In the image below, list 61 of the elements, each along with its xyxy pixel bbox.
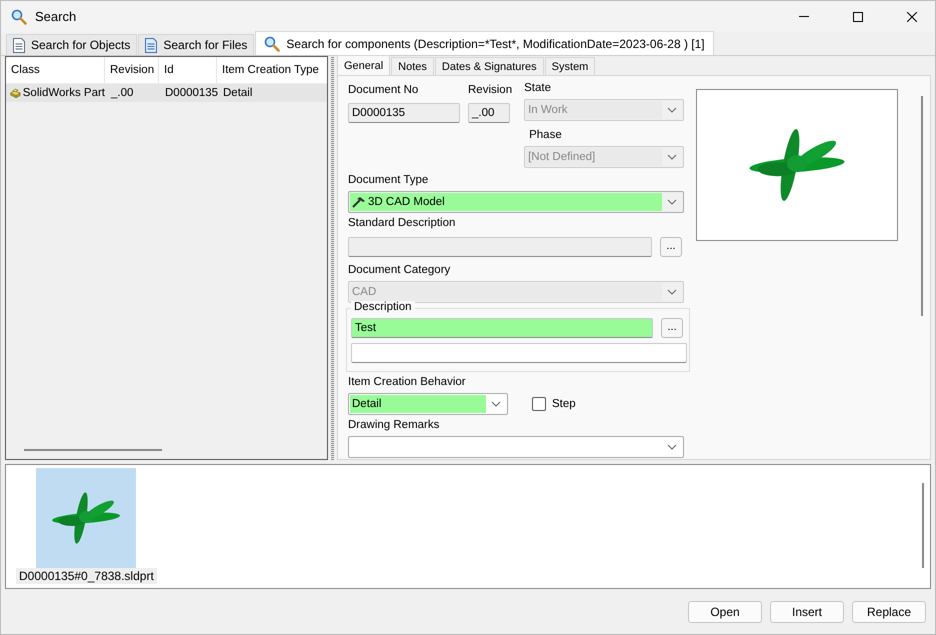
hammer-icon (352, 196, 366, 208)
column-header[interactable]: Revision (105, 57, 159, 83)
text-field[interactable]: _.00 (468, 103, 510, 123)
field-label: Revision (468, 84, 512, 98)
action-button[interactable]: Insert (770, 600, 844, 622)
checkbox-label: Step (552, 398, 576, 410)
column-header[interactable]: Id (159, 57, 217, 83)
chevron-down-icon (667, 107, 678, 113)
field-label: Phase (529, 129, 563, 143)
close-icon[interactable] (907, 12, 917, 22)
table-row[interactable]: SolidWorks Part _.00 D0000135 Detail (6, 84, 327, 102)
field-label: Standard Description (348, 217, 456, 231)
text-field[interactable] (351, 343, 687, 363)
tab[interactable]: Search for Files (138, 34, 254, 55)
tab[interactable]: Notes (391, 57, 434, 75)
chevron-down-icon (667, 199, 677, 205)
field-label: State (524, 82, 552, 96)
chevron-down-icon (667, 289, 677, 295)
chevron-down-icon (667, 154, 678, 160)
tab[interactable]: Search for components (Description=*Test*, ModificationDate=2023-06-28 ) [1] (255, 31, 714, 55)
dropdown[interactable]: 3D CAD Model (348, 191, 684, 213)
part-icon (10, 86, 21, 100)
document-icon (13, 38, 25, 52)
action-button[interactable]: Replace (852, 600, 926, 622)
dropdown[interactable] (348, 436, 684, 458)
column-header[interactable]: Class (6, 57, 105, 83)
field-label: Document Type (348, 174, 430, 188)
chevron-down-icon (491, 401, 501, 407)
field-label: Description (351, 301, 415, 313)
table-cell: SolidWorks Part (22, 87, 105, 99)
thumbnail[interactable]: D0000135#0_7838.sldprt (16, 468, 157, 588)
maximize-icon[interactable] (853, 12, 863, 22)
chevron-down-icon (667, 444, 677, 450)
field-label: Document No (348, 84, 420, 98)
field-label: Document Category (348, 264, 452, 278)
tab[interactable]: General (337, 55, 390, 75)
table-cell-text: _.00 (110, 86, 134, 101)
browse-button[interactable]: ... (661, 318, 683, 338)
text-field[interactable] (348, 237, 652, 257)
file-name: D0000135#0_7838.sldprt (16, 568, 157, 584)
search-icon (264, 36, 280, 52)
table-cell-text: Detail (222, 86, 254, 101)
tab[interactable]: System (544, 57, 596, 75)
dropdown[interactable]: Detail (348, 393, 508, 415)
search-icon (11, 8, 27, 24)
document-icon (145, 38, 158, 52)
field-label: Item Creation Behavior (348, 376, 467, 390)
text-field[interactable]: Test (351, 318, 654, 338)
action-button[interactable]: Open (688, 600, 762, 622)
tab[interactable]: Search for Objects (6, 34, 138, 55)
tab[interactable]: Dates & Signatures (434, 57, 544, 75)
scrollbar[interactable] (920, 96, 922, 316)
scrollbar[interactable] (24, 449, 162, 451)
checkbox[interactable] (532, 397, 546, 411)
window-title: Search (35, 9, 78, 24)
browse-button[interactable]: ... (660, 237, 682, 257)
table-cell-text: D0000135 (164, 86, 217, 101)
column-header[interactable]: Item Creation Type (217, 57, 327, 83)
field-label: Drawing Remarks (348, 419, 440, 433)
text-field[interactable]: D0000135 (348, 103, 460, 123)
scrollbar[interactable] (922, 483, 924, 568)
